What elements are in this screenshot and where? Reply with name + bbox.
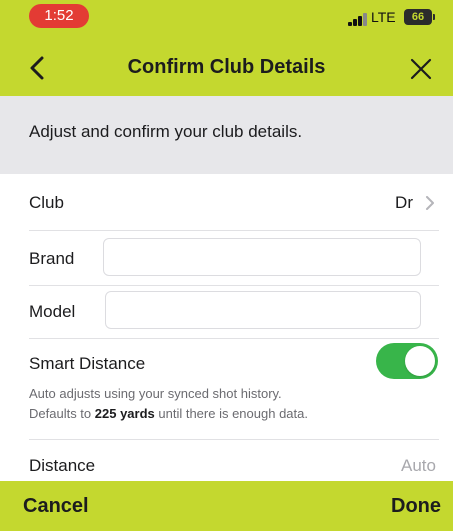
- status-bar: 1:52 LTE 66: [0, 0, 453, 38]
- divider: [29, 230, 439, 231]
- toggle-knob: [405, 346, 435, 376]
- status-time: 1:52: [29, 4, 89, 28]
- model-field[interactable]: [105, 291, 421, 329]
- smart-distance-label: Smart Distance: [29, 354, 146, 373]
- distance-value: Auto: [401, 456, 436, 475]
- club-row[interactable]: Club Dr: [0, 174, 453, 230]
- help-prefix: Defaults to: [29, 406, 95, 421]
- brand-label: Brand: [29, 249, 75, 268]
- page-title: Confirm Club Details: [127, 56, 326, 78]
- distance-label: Distance: [29, 456, 96, 475]
- club-value: Dr: [395, 193, 413, 212]
- divider: [29, 285, 439, 286]
- smart-distance-help-1: Auto adjusts using your synced shot hist…: [29, 386, 282, 401]
- back-chevron-icon[interactable]: [26, 54, 52, 82]
- chevron-right-icon: [426, 196, 434, 210]
- battery-icon: 66: [404, 9, 432, 25]
- club-label: Club: [29, 193, 64, 212]
- battery-cap: [433, 14, 435, 20]
- distance-row[interactable]: Distance Auto: [0, 440, 453, 480]
- bottom-action-bar: Cancel Done: [0, 481, 453, 531]
- smart-distance-toggle[interactable]: [376, 343, 438, 379]
- intro-band: Adjust and confirm your club details.: [0, 96, 453, 174]
- smart-distance-help-2: Defaults to 225 yards until there is eno…: [29, 406, 308, 421]
- signal-icon: [348, 12, 368, 26]
- help-suffix: until there is enough data.: [154, 406, 308, 421]
- default-distance-value: 225 yards: [94, 406, 155, 421]
- model-label: Model: [29, 302, 76, 321]
- network-label: LTE: [371, 9, 396, 25]
- brand-field[interactable]: [103, 238, 421, 276]
- done-button[interactable]: Done: [391, 495, 441, 518]
- cancel-button[interactable]: Cancel: [23, 495, 89, 518]
- top-bar: 1:52 LTE 66 Confirm Club Details: [0, 0, 453, 96]
- intro-text: Adjust and confirm your club details.: [29, 122, 303, 141]
- navigation-bar: Confirm Club Details: [0, 44, 453, 92]
- divider: [29, 338, 439, 339]
- close-icon[interactable]: [410, 58, 432, 80]
